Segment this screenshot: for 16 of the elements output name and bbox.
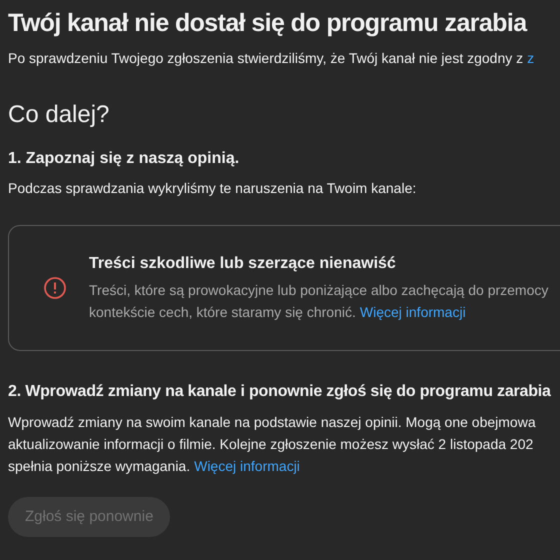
more-info-link[interactable]: Więcej informacji	[360, 301, 466, 323]
step-text: Podczas sprawdzania wykryliśmy te naruszenia na Twoim kanale:	[8, 179, 416, 198]
violation-description: Treści, które są prowokacyjne lub poniżające albo zachęcają do przemocy	[89, 281, 548, 300]
page-title: Twój kanał nie dostał się do programu zarabia	[8, 8, 526, 39]
more-info-link[interactable]: z	[527, 48, 534, 68]
step-text: spełnia poniższe wymagania.	[8, 457, 190, 476]
error-icon	[43, 276, 67, 300]
violation-title: Treści szkodliwe lub szerzące nienawiść	[89, 254, 396, 274]
step-heading: 2. Wprowadź zmiany na kanale i ponownie zgłoś się do programu zarabia	[8, 382, 551, 402]
step-text: aktualizowanie informacji o filmie. Kolejne zgłoszenie możesz wysłać 2 listopada 202	[8, 435, 534, 454]
violation-description: kontekście cech, które staramy się chronić.	[89, 303, 356, 322]
section-heading: Co dalej?	[8, 100, 110, 130]
step-heading: 1. Zapoznaj się z naszą opinią.	[8, 149, 240, 169]
intro-text: Po sprawdzeniu Twojego zgłoszenia stwierdziliśmy, że Twój kanał nie jest zgodny z	[8, 49, 524, 68]
more-info-link[interactable]: Więcej informacji	[194, 455, 300, 477]
step-text: Wprowadź zmiany na swoim kanale na podstawie naszej opinii. Mogą one obejmowa	[8, 413, 536, 432]
